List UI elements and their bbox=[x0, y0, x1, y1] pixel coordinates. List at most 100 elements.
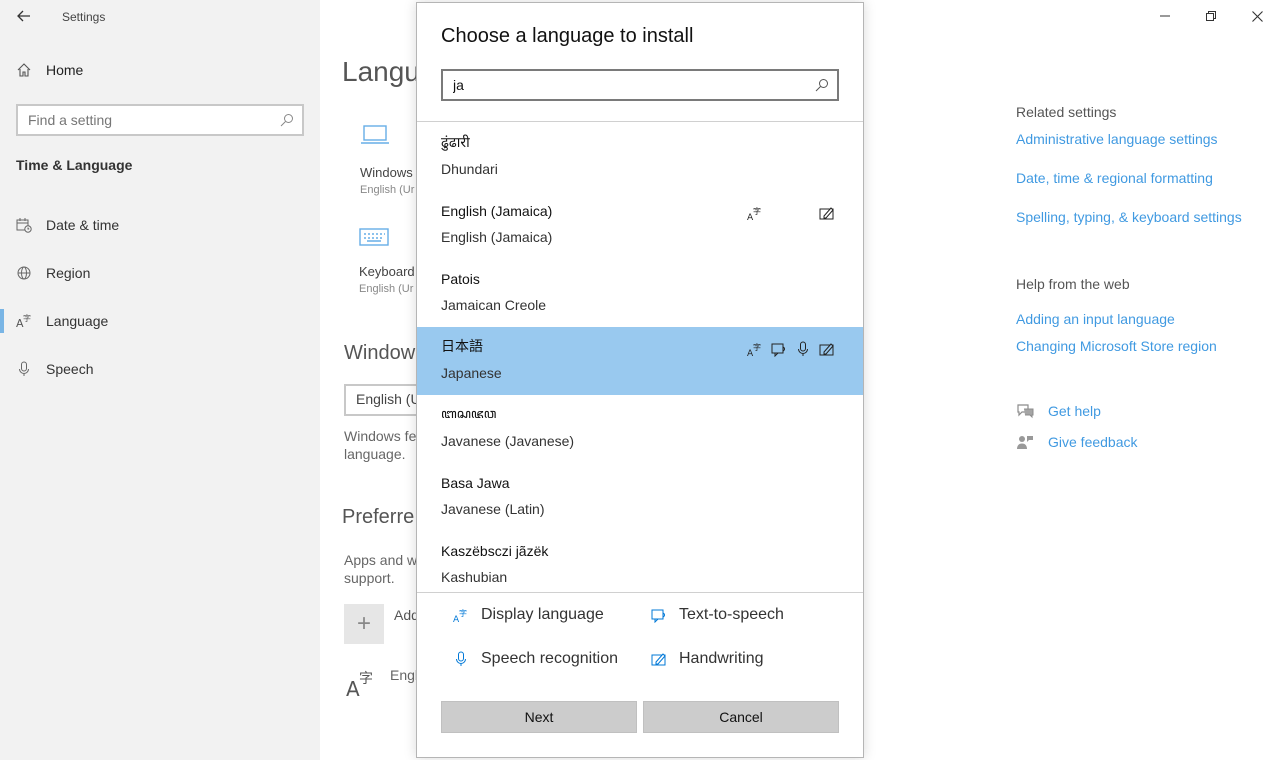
language-english-name: Jamaican Creole bbox=[441, 297, 547, 313]
svg-text:A: A bbox=[346, 677, 360, 700]
sidebar-item-label: Language bbox=[46, 313, 109, 329]
language-english-name: Javanese (Javanese) bbox=[441, 433, 575, 449]
legend-label: Display language bbox=[481, 606, 604, 623]
divider bbox=[417, 121, 863, 122]
find-setting-input[interactable] bbox=[28, 112, 280, 128]
search-icon[interactable] bbox=[280, 113, 294, 127]
preferred-languages-heading: Preferre bbox=[342, 506, 415, 528]
legend-label: Text-to-speech bbox=[679, 606, 784, 623]
date-time-formatting-link[interactable]: Date, time & regional formatting bbox=[1016, 170, 1213, 186]
windows-note: Windows fe language. bbox=[344, 428, 417, 462]
search-icon[interactable] bbox=[815, 78, 829, 92]
sidebar-item-date-time[interactable]: Date & time bbox=[0, 205, 320, 245]
preferred-language-item[interactable]: Engl bbox=[390, 667, 418, 683]
language-icon: A字 bbox=[16, 313, 32, 329]
svg-text:字: 字 bbox=[23, 313, 31, 323]
language-list[interactable]: ढुंढारी Dhundari English (Jamaica) Engli… bbox=[417, 123, 863, 593]
minimize-button[interactable] bbox=[1142, 0, 1188, 32]
home-icon bbox=[17, 63, 31, 77]
preferred-language-icon: A字 bbox=[346, 671, 373, 700]
keyboard-tile[interactable]: Keyboard English (Ur bbox=[359, 227, 415, 295]
apps-note: Apps and w support. bbox=[344, 552, 418, 586]
language-item-dhundari[interactable]: ढुंढारी Dhundari bbox=[417, 123, 863, 191]
spelling-typing-link[interactable]: Spelling, typing, & keyboard settings bbox=[1016, 209, 1242, 225]
language-native-name: Patois bbox=[441, 271, 480, 287]
sidebar-item-region[interactable]: Region bbox=[0, 253, 320, 293]
legend-handwriting: Handwriting bbox=[651, 650, 763, 668]
text-to-speech-icon bbox=[651, 607, 667, 623]
add-language-button[interactable]: + bbox=[344, 604, 384, 644]
display-language-icon: A字 bbox=[747, 205, 763, 221]
changing-store-region-link[interactable]: Changing Microsoft Store region bbox=[1016, 338, 1217, 354]
globe-icon bbox=[16, 265, 32, 281]
adding-input-language-link[interactable]: Adding an input language bbox=[1016, 311, 1175, 327]
legend-label: Speech recognition bbox=[481, 650, 618, 667]
section-title: Time & Language bbox=[16, 157, 133, 173]
language-english-name: Kashubian bbox=[441, 569, 508, 585]
svg-text:字: 字 bbox=[753, 206, 761, 216]
language-item-kashubian[interactable]: Kaszëbsczi jãzëk Kashubian bbox=[417, 531, 863, 593]
language-item-javanese-latin[interactable]: Basa Jawa Javanese (Latin) bbox=[417, 463, 863, 531]
language-native-name: ꦧꦱꦗꦮ bbox=[441, 407, 497, 422]
legend-label: Handwriting bbox=[679, 650, 764, 667]
tile-sub: English (Ur bbox=[360, 184, 415, 196]
get-help-link[interactable]: Get help bbox=[1016, 403, 1101, 419]
sidebar-home[interactable]: Home bbox=[16, 62, 83, 78]
keyboard-icon bbox=[359, 228, 389, 246]
close-button[interactable] bbox=[1234, 0, 1280, 32]
language-item-patois[interactable]: Patois Jamaican Creole bbox=[417, 259, 863, 327]
language-item-japanese[interactable]: 日本語 Japanese A字 bbox=[417, 327, 863, 395]
divider bbox=[417, 592, 863, 593]
windows-display-tile[interactable]: Windows English (Ur bbox=[360, 124, 414, 196]
language-english-name: Japanese bbox=[441, 365, 502, 381]
sidebar-item-language[interactable]: A字 Language bbox=[0, 301, 320, 341]
laptop-icon bbox=[361, 125, 389, 144]
legend-speech-recognition: Speech recognition bbox=[453, 650, 618, 668]
sidebar: Settings Home Time & Language Date & tim… bbox=[0, 0, 320, 760]
legend-display-language: A字 Display language bbox=[453, 606, 604, 624]
language-english-name: Dhundari bbox=[441, 161, 498, 177]
related-settings-heading: Related settings bbox=[1016, 104, 1117, 120]
language-item-english-jamaica[interactable]: English (Jamaica) English (Jamaica) A字 bbox=[417, 191, 863, 259]
cancel-button[interactable]: Cancel bbox=[643, 701, 839, 733]
language-english-name: Javanese (Latin) bbox=[441, 501, 545, 517]
calendar-clock-icon bbox=[16, 217, 32, 233]
feature-icons: A字 bbox=[747, 341, 835, 357]
microphone-icon bbox=[16, 361, 32, 377]
feedback-icon bbox=[1017, 436, 1033, 449]
language-search-input[interactable] bbox=[453, 77, 815, 93]
restore-button[interactable] bbox=[1188, 0, 1234, 32]
language-item-javanese-javanese[interactable]: ꦧꦱꦗꦮ Javanese (Javanese) bbox=[417, 395, 863, 463]
language-native-name: Basa Jawa bbox=[441, 475, 510, 491]
tile-sub: English (Ur bbox=[359, 283, 414, 295]
sidebar-item-label: Speech bbox=[46, 361, 94, 377]
handwriting-icon bbox=[651, 651, 667, 667]
give-feedback-link[interactable]: Give feedback bbox=[1016, 434, 1138, 450]
minimize-icon bbox=[1160, 15, 1170, 17]
speech-recognition-icon bbox=[795, 341, 811, 357]
find-setting-search[interactable] bbox=[16, 104, 304, 136]
display-language-icon: A字 bbox=[747, 341, 763, 357]
back-button[interactable] bbox=[12, 4, 36, 28]
language-search[interactable] bbox=[441, 69, 839, 101]
admin-language-link[interactable]: Administrative language settings bbox=[1016, 131, 1218, 147]
language-native-name: ढुंढारी bbox=[441, 135, 470, 151]
back-arrow-icon bbox=[17, 10, 30, 22]
home-label: Home bbox=[46, 62, 84, 78]
language-english-name: English (Jamaica) bbox=[441, 229, 553, 245]
plus-icon: + bbox=[356, 610, 371, 637]
speech-recognition-icon bbox=[453, 651, 469, 667]
svg-text:字: 字 bbox=[459, 608, 467, 618]
next-button[interactable]: Next bbox=[441, 701, 637, 733]
sidebar-item-speech[interactable]: Speech bbox=[0, 349, 320, 389]
legend-text-to-speech: Text-to-speech bbox=[651, 606, 784, 624]
choose-language-dialog: Choose a language to install ढुंढारी Dhu… bbox=[416, 2, 864, 758]
page-title: Langu bbox=[342, 56, 420, 87]
display-language-icon: A字 bbox=[453, 607, 469, 623]
restore-icon bbox=[1206, 11, 1216, 21]
svg-text:字: 字 bbox=[359, 671, 373, 687]
tile-label: Keyboard bbox=[359, 264, 415, 279]
get-help-icon bbox=[1017, 404, 1034, 419]
close-icon bbox=[1251, 10, 1263, 22]
feature-icons: A字 bbox=[747, 205, 835, 221]
